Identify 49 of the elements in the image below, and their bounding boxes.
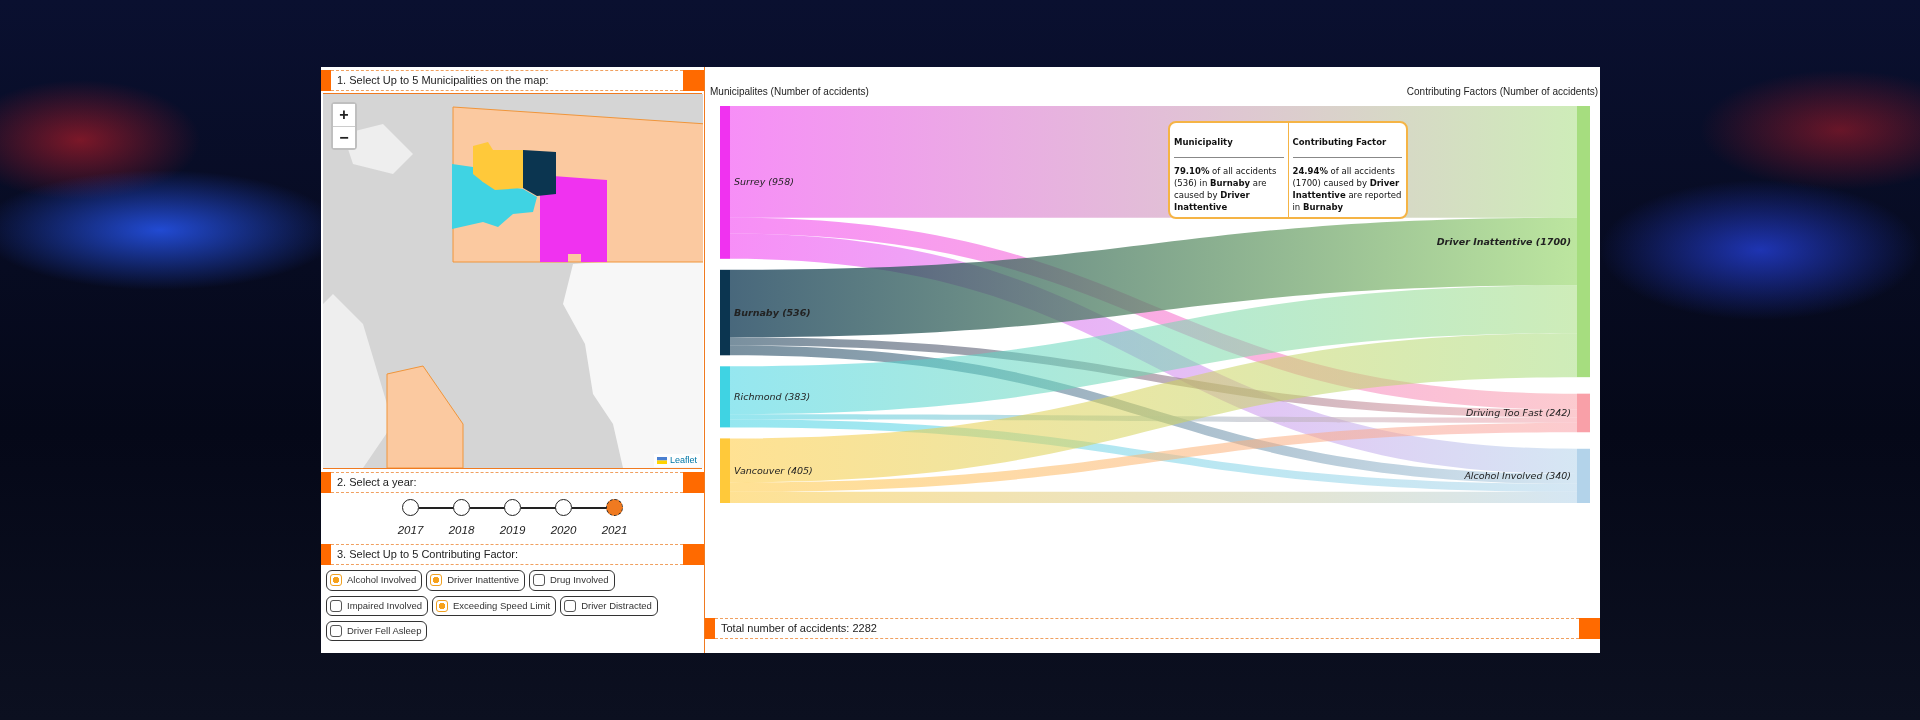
tooltip-heading: Contributing Factor [1292,137,1402,158]
map-drawing[interactable] [323,94,703,468]
factor-toggle[interactable]: Exceeding Speed Limit [432,595,557,616]
node-label: Driving Too Fast (242) [1466,406,1571,418]
node-bar[interactable] [1577,393,1590,433]
section-heading: 2. Select a year: [331,472,683,493]
tooltip-text: 24.94% of all accidents (1700) caused by Driver Inattentive are reported in Burnaby [1292,165,1402,214]
section-heading: Total number of accidents: 2282 [715,618,1579,639]
tooltip-text: 79.10% of all accidents (536) in Burnaby are caused by Driver Inattentive [1174,165,1278,214]
year-option[interactable]: 2017 [393,499,428,540]
accent-block [683,472,704,493]
flag-icon [656,456,667,464]
section-heading: 1. Select Up to 5 Municipalities on the map: [331,70,683,91]
factor-toggle[interactable]: Drug Involved [529,570,615,591]
node-bar[interactable] [720,366,730,428]
leaflet-link[interactable]: Leaflet [669,453,697,467]
accent-block [683,70,704,91]
factor-toggle[interactable]: Impaired Involved [326,595,428,616]
year-option[interactable]: 2021 [597,499,632,540]
node-bar[interactable] [1577,106,1590,378]
axis-title: Contributing Factors (Number of accidents) [1406,85,1598,99]
node-bar[interactable] [720,269,730,356]
node-label: Surrey (958) [734,176,794,188]
factor-toggle[interactable]: Alcohol Involved [326,570,423,591]
node-bar[interactable] [720,438,730,503]
factor-toggle[interactable]: Driver Fell Asleep [326,620,428,641]
accent-block [705,618,715,639]
accent-block [321,472,331,493]
accent-block [683,544,704,566]
flow-band[interactable] [730,217,1577,338]
node-bar[interactable] [720,106,730,259]
factor-toggle[interactable]: Driver Distracted [560,595,658,616]
section-heading: 3. Select Up to 5 Contributing Factor: [331,544,683,566]
accent-block [321,544,331,566]
node-label: Burnaby (536) [734,306,811,318]
node-label: Alcohol Involved (340) [1464,469,1571,481]
factor-toggle[interactable]: Driver Inattentive [426,570,525,591]
year-option[interactable]: 2018 [444,499,479,540]
year-option[interactable]: 2020 [546,499,581,540]
node-label: Richmond (383) [734,390,811,402]
accent-block [321,70,331,91]
zoom-out-button[interactable]: − [333,126,355,148]
accent-block [1579,618,1600,639]
node-bar[interactable] [1577,448,1590,503]
tooltip-heading: Municipality [1174,137,1284,158]
axis-title: Municipalites (Number of accidents) [710,85,869,99]
node-label: Driver Inattentive (1700) [1436,235,1571,247]
year-option[interactable]: 2019 [495,499,530,540]
node-label: Vancouver (405) [734,464,813,476]
